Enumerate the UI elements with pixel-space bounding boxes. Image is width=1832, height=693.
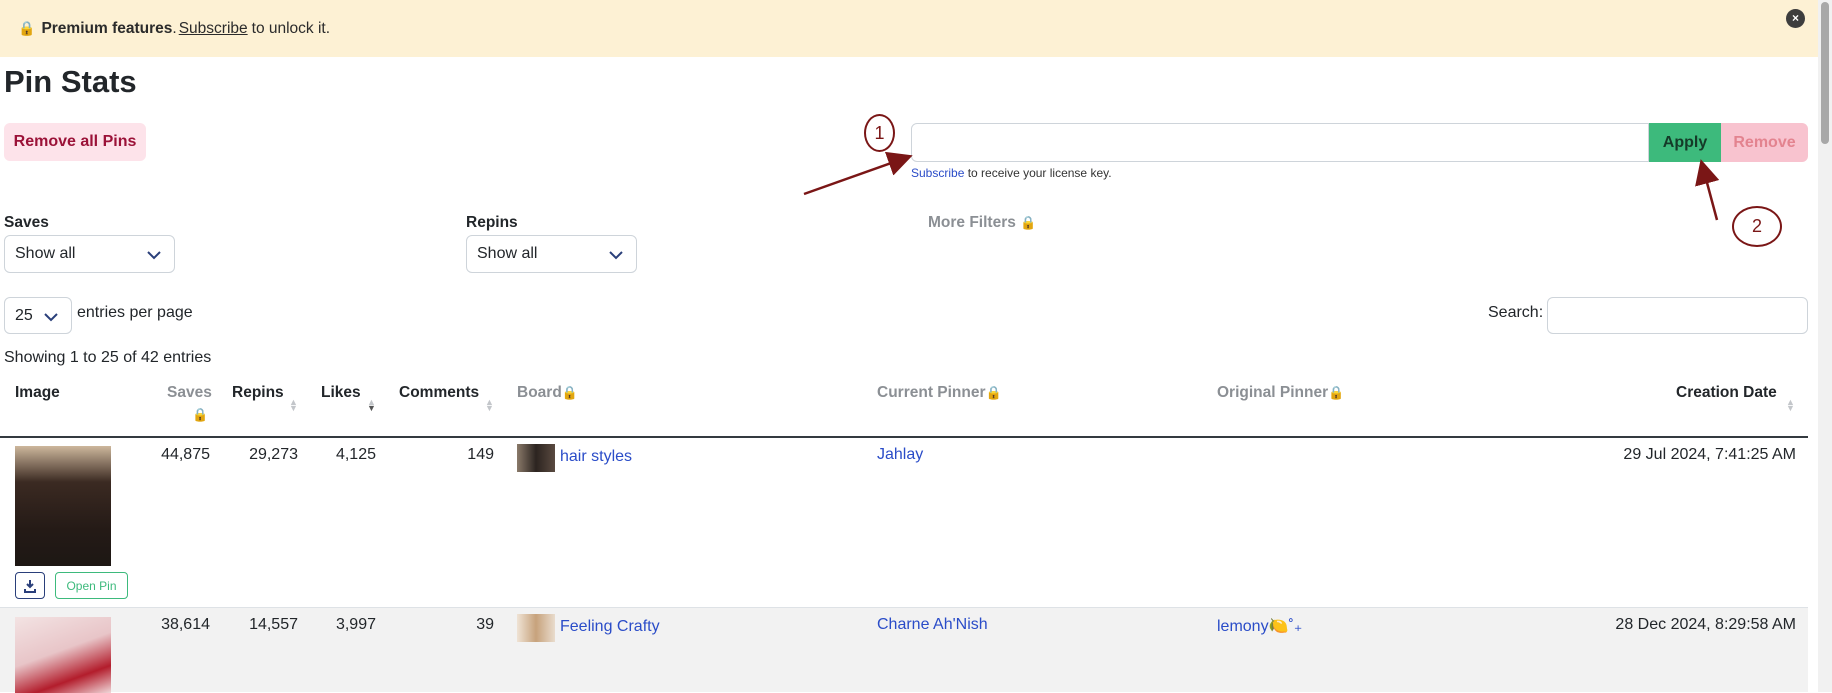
column-header-image: Image bbox=[15, 384, 60, 401]
download-icon bbox=[24, 579, 36, 593]
sort-icon[interactable]: ▲ ▼ bbox=[485, 398, 494, 413]
board-thumbnail bbox=[517, 614, 555, 642]
lock-icon: 🔒 bbox=[192, 407, 209, 422]
sort-icon[interactable]: ▲ ▼ bbox=[1786, 398, 1795, 413]
page-title: Pin Stats bbox=[4, 64, 137, 99]
open-pin-button[interactable]: Open Pin bbox=[55, 572, 128, 599]
pin-thumbnail[interactable] bbox=[15, 446, 111, 566]
repins-cell: 14,557 bbox=[249, 616, 298, 633]
comments-cell: 39 bbox=[476, 616, 494, 633]
arrow-to-apply-button bbox=[1695, 159, 1720, 221]
banner-subscribe-link[interactable]: Subscribe bbox=[179, 20, 248, 38]
entries-per-page-label: entries per page bbox=[77, 304, 193, 321]
pin-thumbnail[interactable] bbox=[15, 617, 111, 693]
column-header-original-pinner[interactable]: Original Pinner🔒 bbox=[1217, 384, 1344, 402]
banner-dot: . bbox=[172, 19, 177, 37]
column-header-saves-label: Saves bbox=[167, 384, 212, 401]
table-info: Showing 1 to 25 of 42 entries bbox=[4, 349, 212, 366]
premium-banner: 🔒 Premium features. Subscribe to unlock … bbox=[0, 0, 1818, 57]
close-icon[interactable]: × bbox=[1786, 9, 1805, 28]
table-row: 44,875 29,273 4,125 149 hair styles Jahl… bbox=[0, 438, 1808, 607]
column-header-creation-date[interactable]: Creation Date bbox=[1676, 384, 1777, 402]
saves-cell: 44,875 bbox=[161, 446, 210, 463]
saves-filter-label: Saves bbox=[4, 214, 49, 231]
chevron-down-icon bbox=[609, 251, 623, 260]
current-pinner-link[interactable]: Jahlay bbox=[877, 446, 923, 464]
lock-icon: 🔒 bbox=[1020, 215, 1037, 230]
creation-date-cell: 28 Dec 2024, 8:29:58 AM bbox=[1615, 616, 1796, 633]
creation-date-cell: 29 Jul 2024, 7:41:25 AM bbox=[1623, 446, 1796, 463]
column-header-board-label: Board bbox=[517, 384, 562, 401]
remove-license-button[interactable]: Remove bbox=[1721, 123, 1808, 162]
current-pinner-link[interactable]: Charne Ah'Nish bbox=[877, 616, 988, 634]
license-note-text: to receive your license key. bbox=[967, 166, 1112, 180]
banner-suffix: to unlock it. bbox=[251, 19, 331, 37]
repins-filter-select[interactable]: Show all bbox=[466, 235, 637, 273]
more-filters-label[interactable]: More Filters 🔒 bbox=[928, 214, 1036, 232]
license-note: Subscribe to receive your license key. bbox=[911, 166, 1112, 180]
lock-icon: 🔒 bbox=[985, 385, 1002, 400]
column-header-board[interactable]: Board🔒 bbox=[517, 384, 578, 402]
repins-filter-label: Repins bbox=[466, 214, 518, 231]
annotation-callout-1: 1 bbox=[864, 114, 895, 152]
lock-icon: 🔒 bbox=[18, 20, 36, 36]
likes-cell: 3,997 bbox=[335, 616, 376, 633]
sort-desc-icon[interactable]: ▲ ▼ bbox=[367, 398, 376, 413]
original-pinner-link[interactable]: lemony🍋˚₊ bbox=[1217, 616, 1302, 636]
page-length-select[interactable]: 25 bbox=[4, 297, 72, 334]
repins-cell: 29,273 bbox=[249, 446, 298, 463]
board-thumbnail bbox=[517, 444, 555, 472]
lock-icon: 🔒 bbox=[561, 385, 578, 400]
column-header-repins[interactable]: Repins bbox=[232, 384, 284, 402]
table-search-input[interactable] bbox=[1547, 297, 1808, 334]
arrow-to-license-input bbox=[803, 151, 913, 196]
license-subscribe-link[interactable]: Subscribe bbox=[911, 166, 964, 180]
download-button[interactable] bbox=[15, 572, 45, 599]
column-header-saves[interactable]: Saves bbox=[167, 384, 212, 402]
column-header-likes[interactable]: Likes bbox=[321, 384, 361, 402]
sort-icon[interactable]: ▲ ▼ bbox=[289, 398, 298, 413]
column-header-current-pinner[interactable]: Current Pinner🔒 bbox=[877, 384, 1002, 402]
column-header-comments[interactable]: Comments bbox=[399, 384, 479, 402]
saves-filter-value: Show all bbox=[15, 245, 76, 262]
scrollbar-thumb[interactable] bbox=[1821, 2, 1829, 144]
board-link[interactable]: hair styles bbox=[560, 448, 632, 466]
apply-button[interactable]: Apply bbox=[1649, 123, 1721, 162]
likes-cell: 4,125 bbox=[335, 446, 376, 463]
lock-icon: 🔒 bbox=[1328, 385, 1345, 400]
saves-filter-select[interactable]: Show all bbox=[4, 235, 175, 273]
repins-filter-value: Show all bbox=[477, 245, 538, 262]
page-length-value: 25 bbox=[15, 306, 33, 324]
search-label: Search: bbox=[1488, 304, 1544, 321]
table-row: 38,614 14,557 3,997 39 Feeling Crafty Ch… bbox=[0, 607, 1808, 693]
board-link[interactable]: Feeling Crafty bbox=[560, 618, 660, 636]
saves-cell: 38,614 bbox=[161, 616, 210, 633]
remove-all-pins-button[interactable]: Remove all Pins bbox=[4, 123, 146, 161]
column-header-current-pinner-label: Current Pinner bbox=[877, 384, 986, 401]
column-header-original-pinner-label: Original Pinner bbox=[1217, 384, 1329, 401]
premium-label: Premium features bbox=[41, 19, 173, 37]
chevron-down-icon bbox=[147, 251, 161, 260]
annotation-callout-2: 2 bbox=[1732, 206, 1782, 247]
more-filters-text: More Filters bbox=[928, 214, 1016, 231]
license-key-input[interactable] bbox=[911, 123, 1649, 162]
comments-cell: 149 bbox=[467, 446, 494, 463]
chevron-down-icon bbox=[44, 313, 58, 322]
